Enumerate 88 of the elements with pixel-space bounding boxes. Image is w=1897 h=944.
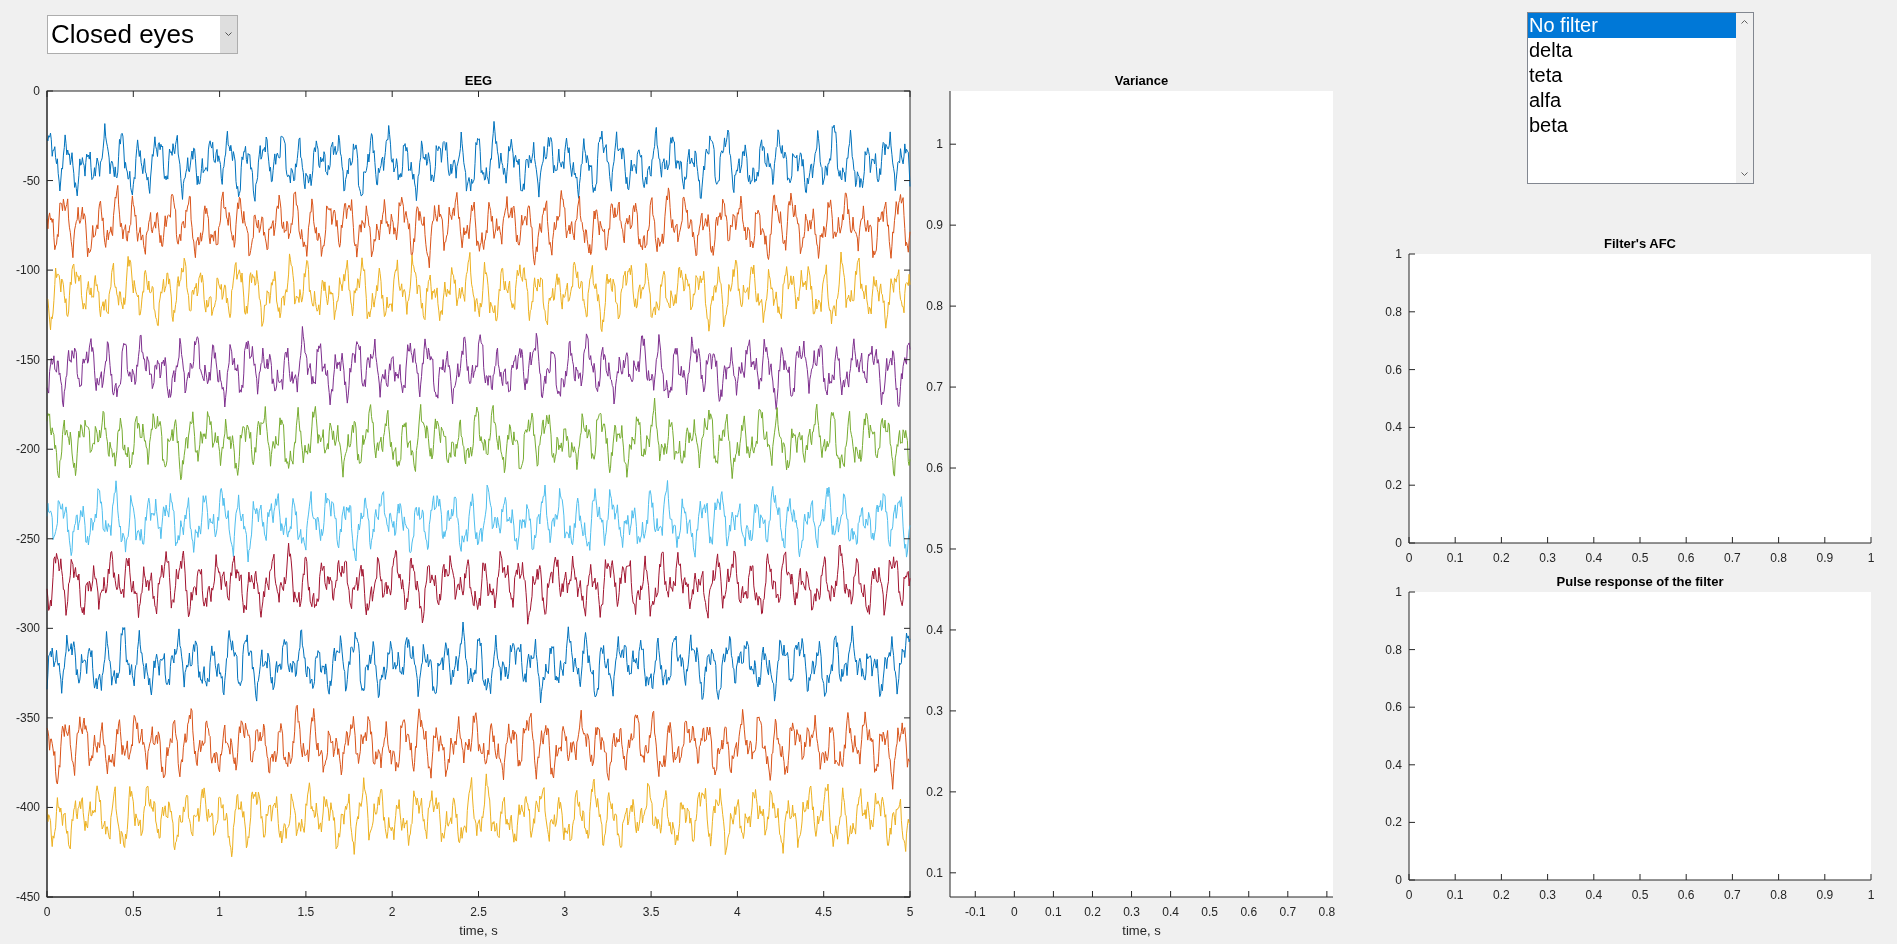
y-tick-label: 0.1 bbox=[926, 865, 943, 880]
plot-title: Variance bbox=[1114, 73, 1169, 88]
x-tick-label: 2 bbox=[388, 905, 396, 919]
scroll-up-icon[interactable] bbox=[1741, 19, 1748, 24]
x-tick-label: 0.5 bbox=[1631, 551, 1649, 565]
y-tick-label: 0.4 bbox=[926, 622, 943, 637]
x-tick-label: 0.9 bbox=[1816, 551, 1834, 565]
y-tick-label: 0 bbox=[33, 84, 40, 98]
x-tick-label: 0.5 bbox=[124, 905, 142, 919]
x-tick-label: 1.5 bbox=[297, 905, 315, 919]
x-tick-label: 0.4 bbox=[1162, 905, 1179, 919]
y-tick-label: 0.6 bbox=[926, 461, 943, 476]
x-tick-label: 4 bbox=[734, 905, 741, 919]
x-tick-label: 0.8 bbox=[1770, 551, 1787, 565]
x-tick-label: 0.5 bbox=[1631, 888, 1649, 902]
plot-title: Pulse response of the filter bbox=[1556, 575, 1724, 589]
x-tick-label: 0.1 bbox=[1446, 888, 1464, 902]
scrollbar[interactable] bbox=[1736, 13, 1753, 183]
y-tick-label: 0.2 bbox=[1385, 478, 1402, 493]
x-tick-label: 0.3 bbox=[1539, 551, 1556, 565]
x-tick-label: -0.1 bbox=[964, 905, 986, 919]
y-tick-label: -100 bbox=[15, 263, 40, 278]
y-tick-label: 0 bbox=[1395, 536, 1402, 550]
y-tick-label: -450 bbox=[15, 890, 40, 904]
filter-listbox[interactable]: No filter delta teta alfa beta bbox=[1527, 12, 1754, 184]
x-axis-label: time, s bbox=[459, 923, 498, 938]
x-tick-label: 0.2 bbox=[1493, 551, 1510, 565]
x-tick-label: 5 bbox=[906, 905, 914, 919]
y-tick-label: 0.8 bbox=[1385, 304, 1402, 319]
x-tick-label: 0.4 bbox=[1585, 888, 1603, 902]
x-tick-label: 0.8 bbox=[1770, 888, 1787, 902]
x-tick-label: 0 bbox=[1405, 888, 1413, 902]
y-tick-label: 1 bbox=[1395, 247, 1402, 261]
y-tick-label: 0.6 bbox=[1385, 700, 1402, 715]
y-tick-label: 0 bbox=[1395, 873, 1402, 887]
y-tick-label: 0.8 bbox=[926, 299, 943, 314]
x-tick-label: 0.7 bbox=[1724, 888, 1741, 902]
x-tick-label: 0.8 bbox=[1318, 905, 1336, 919]
plot-title: Filter's AFC bbox=[1604, 236, 1676, 251]
y-tick-label: 0.9 bbox=[926, 218, 943, 233]
y-tick-label: 1 bbox=[936, 137, 943, 152]
y-tick-label: -150 bbox=[15, 352, 40, 367]
x-tick-label: 1 bbox=[1867, 551, 1875, 565]
x-axis-label: time, s bbox=[1122, 923, 1161, 938]
x-tick-label: 0.6 bbox=[1677, 888, 1695, 902]
x-tick-label: 3 bbox=[561, 905, 569, 919]
x-tick-label: 3.5 bbox=[642, 905, 660, 919]
x-tick-label: 0.7 bbox=[1279, 905, 1297, 919]
chevron-down-icon bbox=[225, 32, 232, 37]
y-tick-label: 1 bbox=[1395, 585, 1402, 599]
y-tick-label: -200 bbox=[15, 442, 40, 457]
y-tick-label: 0.5 bbox=[926, 542, 943, 556]
y-tick-label: -350 bbox=[15, 710, 40, 725]
x-tick-label: 0.4 bbox=[1585, 551, 1603, 565]
x-tick-label: 0.2 bbox=[1493, 888, 1510, 902]
x-tick-label: 0.6 bbox=[1240, 905, 1258, 919]
x-tick-label: 0.3 bbox=[1123, 905, 1140, 919]
x-tick-label: 0.1 bbox=[1446, 551, 1464, 565]
mode-dropdown[interactable]: Closed eyes bbox=[47, 15, 238, 54]
x-tick-label: 2.5 bbox=[470, 905, 487, 919]
y-tick-label: 0.8 bbox=[1385, 642, 1402, 657]
y-tick-label: -300 bbox=[15, 621, 40, 636]
y-tick-label: 0.2 bbox=[1385, 815, 1402, 830]
y-tick-label: -50 bbox=[22, 173, 40, 188]
x-tick-label: 0.5 bbox=[1201, 905, 1218, 919]
plot-title: EEG bbox=[464, 73, 493, 88]
y-tick-label: 0.3 bbox=[926, 703, 943, 718]
x-tick-label: 0.2 bbox=[1084, 905, 1101, 919]
x-tick-label: 1 bbox=[216, 905, 223, 919]
x-tick-label: 0 bbox=[1405, 551, 1413, 565]
x-tick-label: 0 bbox=[43, 905, 51, 919]
y-tick-label: -250 bbox=[15, 531, 40, 546]
x-tick-label: 0 bbox=[1011, 905, 1018, 919]
x-tick-label: 0.9 bbox=[1816, 888, 1834, 902]
y-tick-label: 0.2 bbox=[926, 784, 943, 799]
y-tick-label: 0.7 bbox=[926, 380, 943, 395]
x-tick-label: 0.3 bbox=[1539, 888, 1556, 902]
filter-option[interactable]: No filter bbox=[1528, 13, 1736, 38]
x-tick-label: 1 bbox=[1867, 888, 1875, 902]
y-tick-label: 0.4 bbox=[1385, 757, 1402, 772]
x-tick-label: 0.7 bbox=[1724, 551, 1741, 565]
x-tick-label: 0.6 bbox=[1677, 551, 1695, 565]
scroll-down-icon[interactable] bbox=[1741, 172, 1748, 177]
y-tick-label: -400 bbox=[15, 800, 40, 815]
x-tick-label: 0.1 bbox=[1045, 905, 1062, 919]
y-tick-label: 0.4 bbox=[1385, 420, 1402, 435]
x-tick-label: 4.5 bbox=[815, 905, 833, 919]
y-tick-label: 0.6 bbox=[1385, 362, 1402, 377]
